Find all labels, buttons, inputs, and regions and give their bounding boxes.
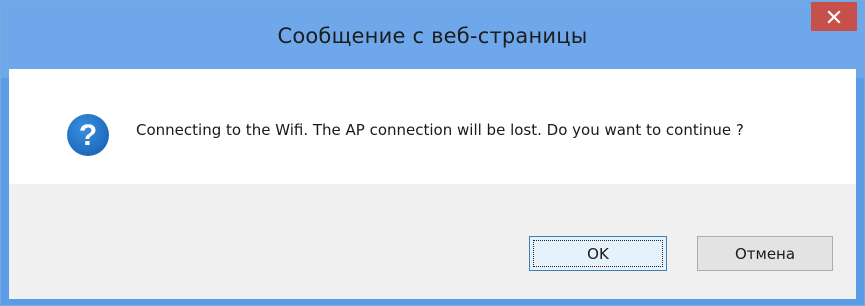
cancel-button[interactable]: Отмена bbox=[697, 236, 833, 271]
ok-button[interactable]: OK bbox=[529, 236, 667, 271]
dialog-title: Сообщение с веб-страницы bbox=[277, 24, 588, 48]
cancel-button-label: Отмена bbox=[734, 244, 796, 263]
svg-text:?: ? bbox=[79, 119, 97, 152]
close-icon bbox=[827, 9, 841, 24]
focus-ring bbox=[533, 240, 663, 267]
title-bar[interactable]: Сообщение с веб-страницы bbox=[1, 1, 864, 78]
dialog-content: ? Connecting to the Wifi. The AP connect… bbox=[9, 69, 856, 184]
close-button[interactable] bbox=[811, 2, 857, 31]
dialog-message: Connecting to the Wifi. The AP connectio… bbox=[136, 121, 744, 139]
dialog-footer: OK Отмена bbox=[9, 184, 856, 299]
dialog-window: Сообщение с веб-страницы ? Connecting to… bbox=[0, 0, 865, 306]
question-icon: ? bbox=[67, 114, 109, 156]
